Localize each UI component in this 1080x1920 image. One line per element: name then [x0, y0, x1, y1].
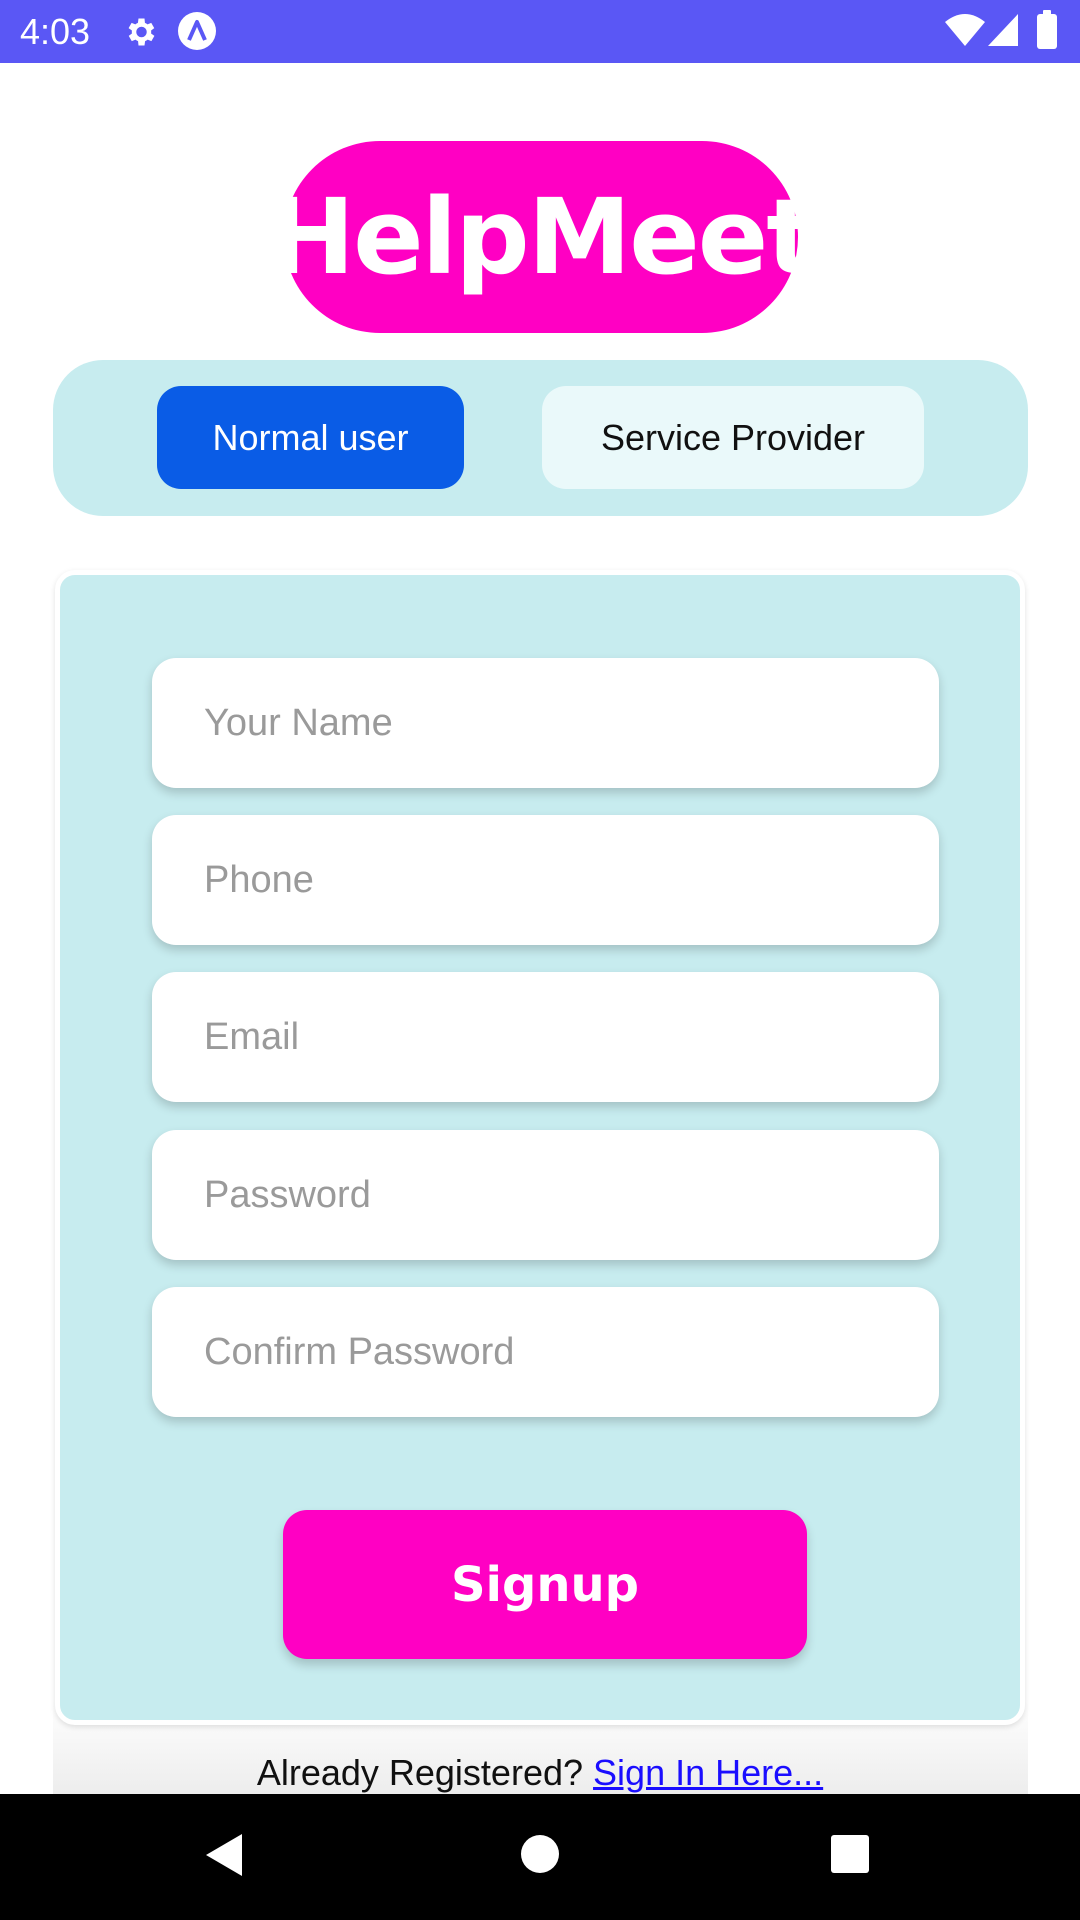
wifi-icon — [945, 14, 985, 46]
app-a-icon — [178, 12, 216, 50]
normal-user-tab[interactable]: Normal user — [157, 386, 464, 489]
gear-icon — [128, 18, 155, 46]
home-icon[interactable] — [520, 1834, 560, 1874]
signal-icon — [988, 14, 1018, 46]
password-input[interactable] — [152, 1130, 939, 1260]
recents-icon[interactable] — [830, 1834, 870, 1874]
phone-input[interactable] — [152, 815, 939, 945]
sign-in-link[interactable]: Sign In Here... — [593, 1752, 823, 1793]
email-input[interactable] — [152, 972, 939, 1102]
signup-form: Signup — [55, 570, 1025, 1725]
already-registered-text: Already Registered? — [256, 1752, 584, 1793]
back-icon[interactable] — [204, 1832, 244, 1878]
status-time: 4:03 — [20, 11, 91, 52]
app-logo: HelpMeet — [268, 141, 816, 333]
confirm-password-input[interactable] — [152, 1287, 939, 1417]
signup-button[interactable]: Signup — [283, 1510, 807, 1659]
status-bar: 4:03 — [0, 0, 1080, 63]
name-input[interactable] — [152, 658, 939, 788]
navigation-bar — [0, 1794, 1080, 1920]
role-toggle: Normal user Service Provider — [53, 360, 1028, 516]
service-provider-tab[interactable]: Service Provider — [542, 386, 924, 489]
battery-icon — [1037, 10, 1057, 49]
already-registered-row: Already Registered? Sign In Here... — [0, 1752, 1080, 1794]
